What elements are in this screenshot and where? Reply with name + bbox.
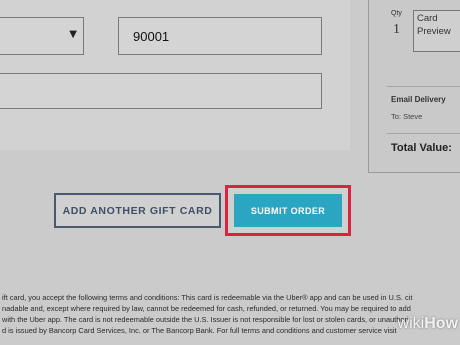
wikihow-watermark: wikiHow [398, 315, 458, 333]
add-another-gift-card-button[interactable]: ADD ANOTHER GIFT CARD [54, 193, 221, 228]
delivery-form: ▼ 90001 [0, 0, 350, 150]
qty-label: Qty [391, 10, 402, 17]
qty-value: 1 [393, 22, 400, 37]
total-value-label: Total Value: [391, 142, 452, 154]
terms-line: ift card, you accept the following terms… [2, 293, 413, 302]
terms-line: nadable and, except where required by la… [2, 304, 411, 313]
terms-text: ift card, you accept the following terms… [2, 292, 460, 336]
state-select[interactable]: ▼ [0, 17, 84, 55]
submit-order-button[interactable]: SUBMIT ORDER [234, 194, 342, 227]
terms-line: d is issued by Bancorp Card Services, In… [2, 326, 397, 335]
card-preview: Card Preview [413, 10, 460, 52]
summary-divider [387, 133, 460, 134]
zip-code-value: 90001 [133, 29, 170, 44]
address-input[interactable] [0, 73, 322, 109]
summary-divider [387, 86, 460, 87]
card-preview-line2: Preview [417, 26, 451, 37]
watermark-wiki: wiki [397, 315, 425, 332]
email-delivery-label: Email Delivery [391, 95, 446, 104]
chevron-down-icon: ▼ [69, 29, 77, 40]
card-preview-line1: Card [417, 13, 438, 24]
watermark-how: How [424, 315, 458, 332]
submit-highlight-frame: SUBMIT ORDER [225, 185, 351, 236]
order-summary-panel: Qty 1 Card Preview Email Delivery To: St… [368, 0, 460, 173]
zip-code-input[interactable]: 90001 [118, 17, 322, 55]
terms-line: with the Uber app. The card is not redee… [2, 315, 409, 324]
recipient-line: To: Steve [391, 112, 423, 121]
